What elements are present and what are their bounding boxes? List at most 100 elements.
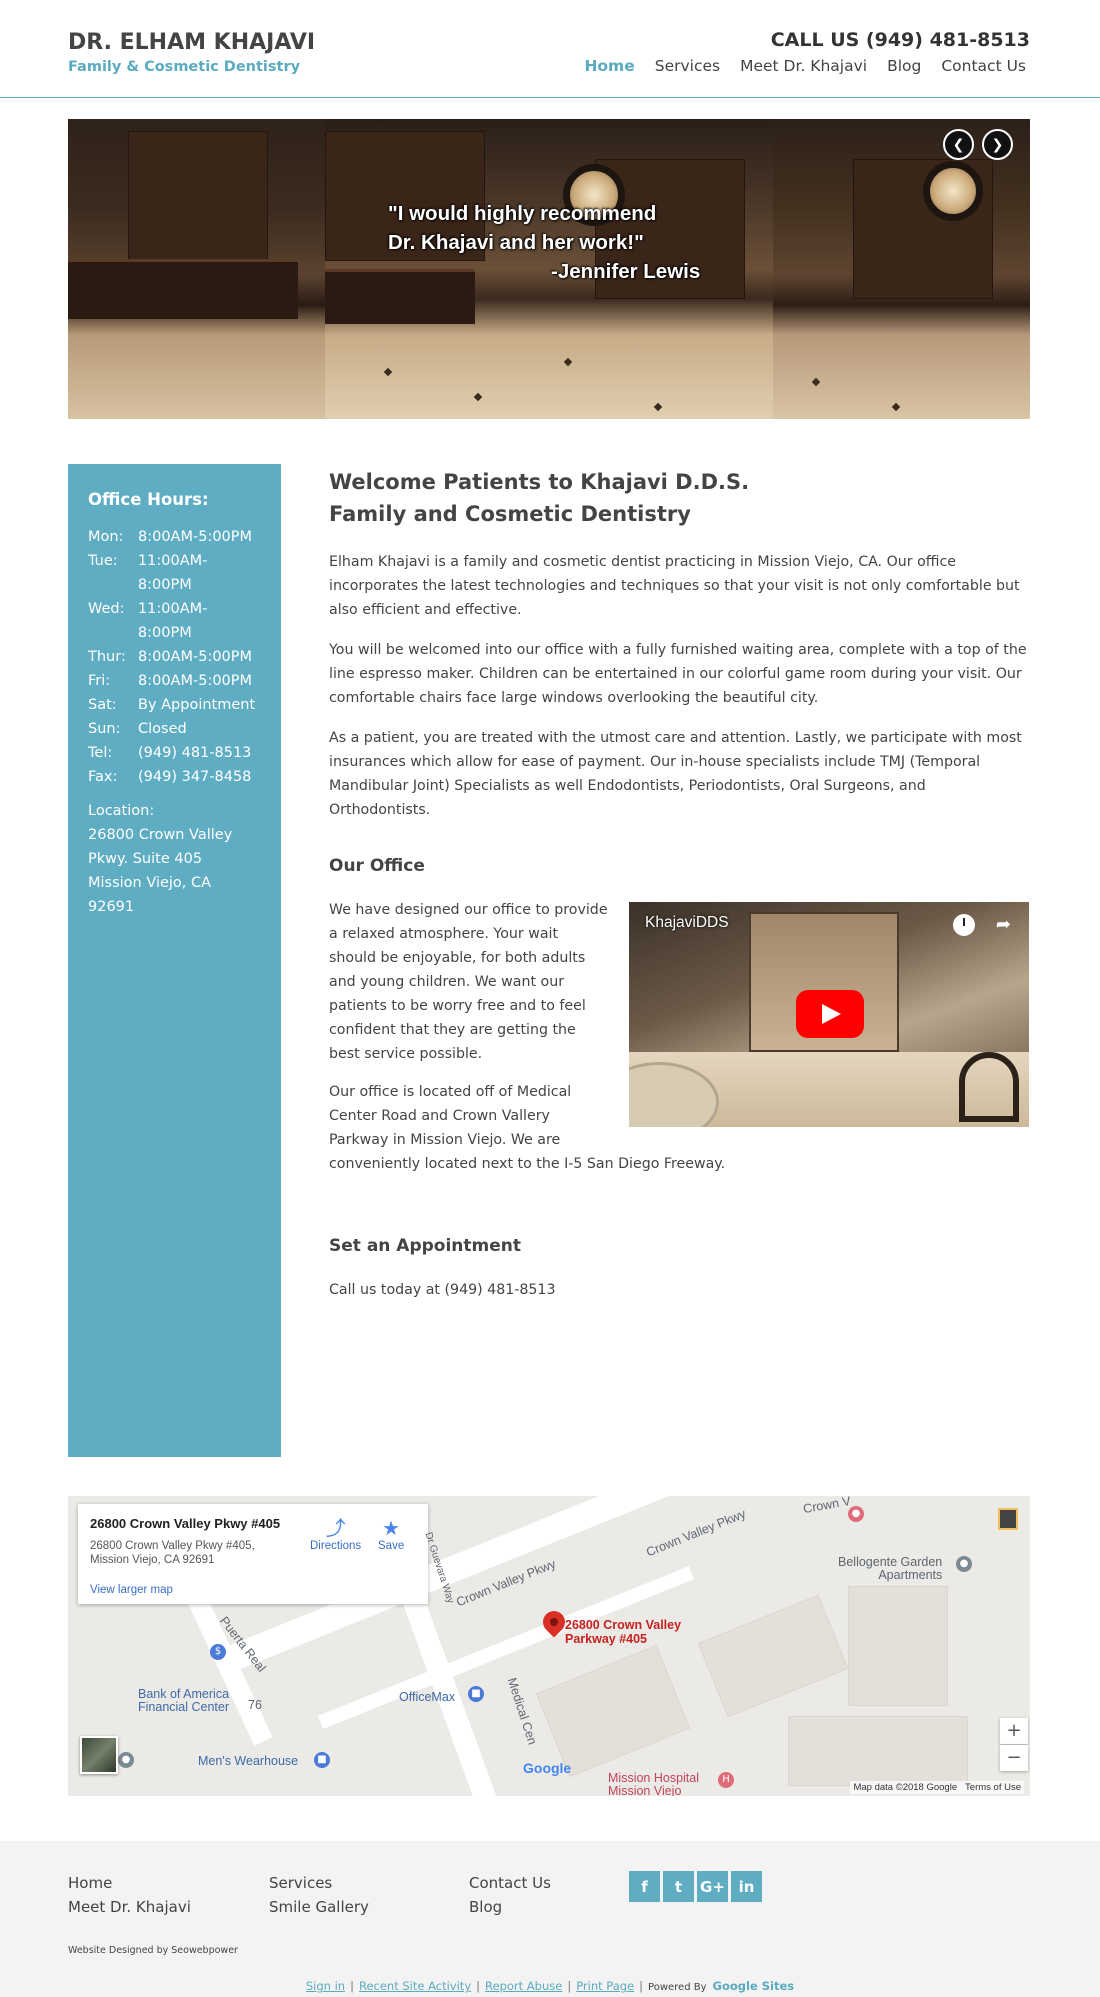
our-office-heading: Our Office: [329, 856, 425, 876]
location-line: Pkwy. Suite 405: [88, 851, 203, 867]
nav-meet-dr-khajavi[interactable]: Meet Dr. Khajavi: [740, 57, 867, 75]
footer-link-smile-gallery[interactable]: Smile Gallery: [269, 1895, 369, 1919]
bellogente-label[interactable]: Bellogente Garden Apartments: [838, 1556, 942, 1582]
footer-link-home[interactable]: Home: [68, 1871, 191, 1895]
location-block: Location: 26800 Crown Valley Pkwy. Suite…: [88, 799, 261, 919]
footer-column: Contact Us Blog: [469, 1871, 551, 1919]
site-footer: Home Meet Dr. Khajavi Services Smile Gal…: [0, 1841, 1100, 1997]
facebook-icon[interactable]: f: [629, 1871, 660, 1902]
call-us-phone[interactable]: CALL US (949) 481-8513: [771, 29, 1030, 51]
testimonial-quote: "I would highly recommend Dr. Khajavi and…: [388, 199, 700, 286]
hours-row: Sun: Closed: [88, 721, 187, 737]
zoom-in-button[interactable]: +: [1000, 1718, 1028, 1744]
footer-link-contact-us[interactable]: Contact Us: [469, 1871, 551, 1895]
chevron-left-icon[interactable]: ❮: [943, 129, 974, 160]
save-button[interactable]: ★ Save: [378, 1518, 404, 1552]
pin-label: 26800 Crown Valley Parkway #405: [565, 1618, 682, 1646]
footer-link-services[interactable]: Services: [269, 1871, 369, 1895]
google-logo: Google: [523, 1760, 572, 1776]
nav-home[interactable]: Home: [584, 57, 634, 75]
mission-hospital-label[interactable]: Mission Hospital Mission Viejo: [608, 1772, 699, 1797]
social-links: f t G+ in: [629, 1871, 762, 1902]
powered-by-label: Powered By: [648, 1982, 707, 1993]
google-sites-link[interactable]: Google Sites: [713, 1979, 795, 1993]
place-icon: ●: [956, 1556, 972, 1572]
street-label: Medical Cen: [504, 1676, 540, 1747]
twitter-icon[interactable]: t: [663, 1871, 694, 1902]
directions-button[interactable]: ⤴ Directions: [310, 1518, 361, 1552]
print-page-link[interactable]: Print Page: [576, 1979, 634, 1993]
bank-of-america-label[interactable]: Bank of America Financial Center: [138, 1688, 229, 1714]
hours-row: Wed: 11:00AM-8:00PM: [88, 601, 208, 641]
zoom-out-button[interactable]: −: [1000, 1745, 1028, 1771]
fax-row: Fax: (949) 347-8458: [88, 769, 252, 785]
map-card-title: 26800 Crown Valley Pkwy #405: [90, 1516, 281, 1531]
play-icon[interactable]: [796, 990, 864, 1038]
linkedin-icon[interactable]: in: [731, 1871, 762, 1902]
office-hours-title: Office Hours:: [88, 490, 209, 509]
hours-row: Tue: 11:00AM-8:00PM: [88, 553, 208, 593]
intro-paragraph: Elham Khajavi is a family and cosmetic d…: [329, 554, 1020, 618]
star-icon: ★: [382, 1518, 401, 1540]
street-label: Crown V: [802, 1496, 852, 1517]
intro-paragraph: As a patient, you are treated with the u…: [329, 730, 1022, 818]
watch-later-icon[interactable]: [953, 914, 975, 936]
hero-slider: "I would highly recommend Dr. Khajavi and…: [68, 119, 1030, 419]
office-location-paragraph-end: conveniently located next to the I-5 San…: [329, 1156, 726, 1172]
map-attribution: Map data ©2018 Google Terms of Use: [850, 1781, 1024, 1794]
designed-by-credit[interactable]: Website Designed by Seowebpower: [68, 1945, 238, 1956]
shopping-icon[interactable]: ■: [468, 1686, 484, 1702]
location-label: Location:: [88, 803, 155, 819]
page-title: Welcome Patients to Khajavi D.D.S. Famil…: [329, 470, 750, 526]
hero-photo-coffee-bar: [773, 119, 1030, 419]
nav-blog[interactable]: Blog: [887, 57, 921, 75]
mens-wearhouse-label[interactable]: Men's Wearhouse: [198, 1754, 298, 1768]
nav-contact-us[interactable]: Contact Us: [941, 57, 1026, 75]
street-view-icon[interactable]: [998, 1508, 1018, 1530]
location-line: Mission Viejo, CA 92691: [88, 875, 212, 915]
google-plus-icon[interactable]: G+: [697, 1871, 728, 1902]
street-label: Crown Valley Pkwy: [644, 1506, 748, 1560]
footer-column: Home Meet Dr. Khajavi: [68, 1871, 191, 1919]
recent-site-activity-link[interactable]: Recent Site Activity: [359, 1979, 471, 1993]
hospital-pin-icon: ●: [848, 1506, 864, 1522]
brand-tagline: Family & Cosmetic Dentistry: [68, 59, 301, 75]
google-map[interactable]: 26800 Crown Valley Pkwy #405 26800 Crown…: [68, 1496, 1030, 1796]
chevron-right-icon[interactable]: ❯: [982, 129, 1013, 160]
main-content: Welcome Patients to Khajavi D.D.S. Famil…: [329, 464, 1029, 1298]
gas-station-label: 76: [248, 1698, 262, 1712]
hours-row: Fri: 8:00AM-5:00PM: [88, 673, 253, 689]
sign-in-link[interactable]: Sign in: [306, 1979, 345, 1993]
map-info-card: 26800 Crown Valley Pkwy #405 26800 Crown…: [78, 1504, 428, 1604]
office-location-paragraph: Our office is located off of Medical Cen…: [329, 1084, 572, 1148]
quote-line-2: Dr. Khajavi and her work!": [388, 231, 644, 254]
satellite-toggle[interactable]: [80, 1736, 118, 1774]
office-hours-sidebar: Office Hours: Mon: 8:00AM-5:00PM Tue: 11:0…: [68, 464, 281, 1457]
main-nav: Home Services Meet Dr. Khajavi Blog Cont…: [564, 57, 1026, 75]
share-icon[interactable]: ➦: [996, 914, 1011, 935]
youtube-video-player[interactable]: KhajaviDDS ➦: [629, 902, 1029, 1127]
quote-author: -Jennifer Lewis: [551, 260, 701, 283]
hours-row: Thur: 8:00AM-5:00PM: [88, 649, 253, 665]
footer-link-blog[interactable]: Blog: [469, 1895, 551, 1919]
intro-paragraph: You will be welcomed into our office wit…: [329, 642, 1027, 706]
video-title[interactable]: KhajaviDDS: [645, 914, 729, 932]
officemax-label[interactable]: OfficeMax: [399, 1690, 455, 1704]
brand-name[interactable]: DR. ELHAM KHAJAVI: [68, 30, 315, 55]
footer-link-meet-dr-khajavi[interactable]: Meet Dr. Khajavi: [68, 1895, 191, 1919]
appointment-heading: Set an Appointment: [329, 1236, 522, 1256]
footer-column: Services Smile Gallery: [269, 1871, 369, 1919]
nav-services[interactable]: Services: [655, 57, 720, 75]
directions-icon: ⤴: [325, 1518, 346, 1540]
map-card-address: 26800 Crown Valley Pkwy #405, Mission Vi…: [90, 1540, 255, 1566]
quote-line-1: "I would highly recommend: [388, 202, 657, 225]
shopping-icon[interactable]: ■: [314, 1752, 330, 1768]
report-abuse-link[interactable]: Report Abuse: [485, 1979, 562, 1993]
terms-of-use-link[interactable]: Terms of Use: [965, 1782, 1021, 1793]
google-sites-bar: Sign in | Recent Site Activity | Report Abus…: [305, 1979, 795, 1993]
bank-icon[interactable]: $: [210, 1644, 226, 1660]
hospital-icon[interactable]: H: [718, 1772, 734, 1788]
view-larger-map-link[interactable]: View larger map: [90, 1584, 173, 1596]
phone-row: Tel: (949) 481-8513: [88, 745, 252, 761]
appointment-text: Call us today at (949) 481-8513: [329, 1282, 556, 1298]
